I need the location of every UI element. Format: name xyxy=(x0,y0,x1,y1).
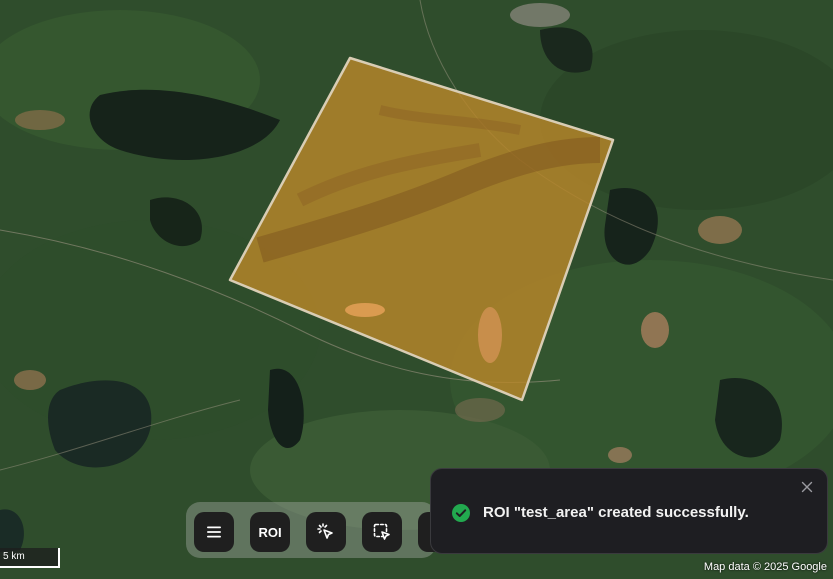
menu-icon xyxy=(207,526,221,538)
roi-button[interactable]: ROI xyxy=(250,512,290,552)
scale-bar: 5 km xyxy=(0,548,60,568)
menu-button[interactable] xyxy=(194,512,234,552)
map-attribution: Map data © 2025 Google xyxy=(703,561,827,573)
map-toolbar: ROI xyxy=(186,502,436,558)
check-circle-icon xyxy=(452,504,470,522)
box-select-icon xyxy=(373,523,390,540)
click-pointer-icon xyxy=(317,523,333,539)
box-select-button[interactable] xyxy=(362,512,402,552)
close-icon[interactable] xyxy=(799,479,815,495)
toast-notification: ROI "test_area" created successfully. xyxy=(430,468,828,554)
toast-message: ROI "test_area" created successfully. xyxy=(483,504,749,521)
pointer-tool-button[interactable] xyxy=(306,512,346,552)
scale-label: 5 km xyxy=(3,551,25,562)
